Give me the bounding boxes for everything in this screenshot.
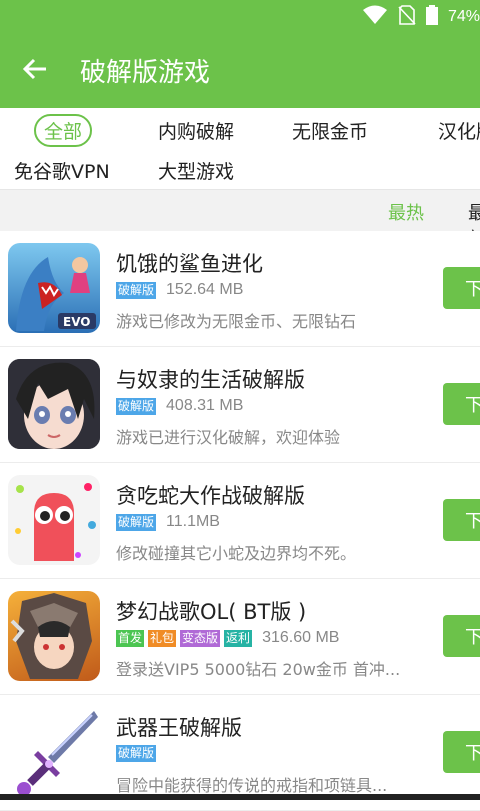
game-list: EVO 饥饿的鲨鱼进化 破解版 152.64 MB 游戏已修改为无限金币、无限钻…: [0, 231, 480, 811]
bottom-edge: [0, 794, 480, 800]
download-button[interactable]: 下载: [443, 731, 480, 773]
download-button[interactable]: 下载: [443, 615, 480, 657]
game-name: 饥饿的鲨鱼进化: [116, 252, 263, 276]
game-row[interactable]: 与奴隶的生活破解版 破解版 408.31 MB 游戏已进行汉化破解，欢迎体验 下…: [0, 347, 480, 463]
game-meta: 破解版 11.1MB: [116, 513, 220, 531]
filter-all[interactable]: 全部: [34, 114, 93, 147]
game-row[interactable]: 梦幻战歌OL( BT版 ) 首发 礼包 变态版 返利 316.60 MB 登录送…: [0, 579, 480, 695]
sword-icon: [8, 707, 100, 797]
snake-icon: [8, 475, 100, 565]
game-name: 武器王破解版: [116, 716, 242, 740]
back-button[interactable]: [18, 54, 52, 88]
battery-percent: 74%: [447, 8, 480, 25]
game-size: 152.64 MB: [166, 281, 244, 298]
status-bar: 74%: [0, 0, 480, 34]
gift-pack-badge: 礼包: [148, 629, 177, 647]
download-button[interactable]: 下载: [443, 499, 480, 541]
crack-badge: 破解版: [116, 745, 157, 762]
game-meta: 破解版 152.64 MB: [116, 281, 243, 299]
game-meta: 首发 礼包 变态版 返利 316.60 MB: [116, 629, 339, 647]
battery-icon: [425, 5, 438, 29]
sort-hot[interactable]: 最热: [388, 199, 424, 225]
game-description: 游戏已修改为无限金币、无限钻石: [116, 312, 357, 331]
no-sim-icon: [398, 5, 416, 29]
filter-unlimited-coins[interactable]: 无限金币: [292, 117, 368, 144]
game-size: 408.31 MB: [166, 397, 244, 414]
game-meta: 破解版: [116, 745, 157, 762]
rebate-badge: 返利: [224, 629, 253, 647]
svg-text:EVO: EVO: [63, 315, 90, 329]
game-meta: 破解版 408.31 MB: [116, 397, 243, 415]
sort-bar: 最热 最新: [0, 189, 480, 250]
game-description: 修改碰撞其它小蛇及边界均不死。: [116, 544, 357, 563]
anime-girl-icon: [8, 359, 100, 449]
crack-badge: 破解版: [116, 397, 157, 415]
crack-badge: 破解版: [116, 281, 157, 299]
warrior-icon: [8, 591, 100, 681]
first-release-badge: 首发: [116, 629, 145, 647]
filter-tags: 全部 内购破解 无限金币 汉化版 免谷歌VPN 大型游戏: [0, 108, 480, 188]
crack-badge: 破解版: [116, 513, 157, 531]
download-button[interactable]: 下载: [443, 383, 480, 425]
game-size: 316.60 MB: [262, 629, 340, 646]
game-row[interactable]: 贪吃蛇大作战破解版 破解版 11.1MB 修改碰撞其它小蛇及边界均不死。 下载: [0, 463, 480, 579]
game-name: 与奴隶的生活破解版: [116, 368, 305, 392]
back-arrow-icon: [22, 58, 48, 84]
filter-large-games[interactable]: 大型游戏: [158, 157, 234, 184]
page-title: 破解版游戏: [80, 58, 211, 88]
game-description: 游戏已进行汉化破解，欢迎体验: [116, 428, 341, 447]
bt-version-badge: 变态版: [180, 629, 221, 647]
game-name: 梦幻战歌OL( BT版 ): [116, 600, 307, 624]
download-button[interactable]: 下载: [443, 267, 480, 309]
game-description: 登录送VIP5 5000钻石 20w金币 首冲...: [116, 660, 401, 679]
app-bar: 破解版游戏: [0, 34, 480, 108]
game-description: 冒险中能获得的传说的戒指和项链具...: [116, 776, 388, 795]
game-size: 11.1MB: [166, 513, 220, 530]
filter-no-google-vpn[interactable]: 免谷歌VPN: [14, 157, 110, 184]
shark-icon: EVO: [8, 243, 100, 333]
game-name: 贪吃蛇大作战破解版: [116, 484, 305, 508]
wifi-icon: [362, 5, 388, 29]
game-row[interactable]: EVO 饥饿的鲨鱼进化 破解版 152.64 MB 游戏已修改为无限金币、无限钻…: [0, 231, 480, 347]
filter-iap-crack[interactable]: 内购破解: [158, 117, 234, 144]
filter-chinese-version[interactable]: 汉化版: [438, 117, 480, 144]
